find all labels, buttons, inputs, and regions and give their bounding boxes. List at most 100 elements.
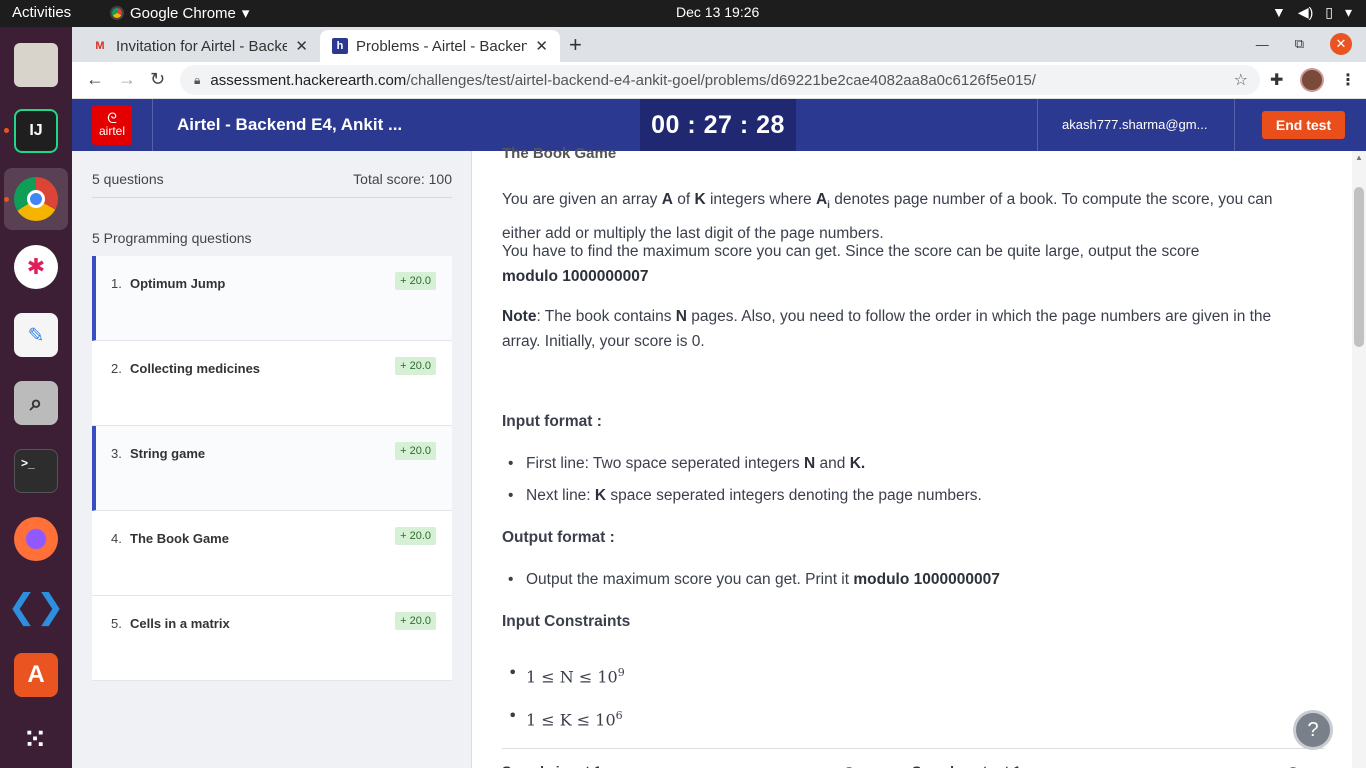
nav-bar: ← → ↻ 🔒︎ assessment.hackerearth.com/chal… xyxy=(72,62,1366,99)
var-ai: A xyxy=(815,191,828,208)
score-badge: + 20.0 xyxy=(395,442,436,460)
var-k: K xyxy=(694,191,706,208)
question-sidebar: 5 questions Total score: 100 5 Programmi… xyxy=(72,151,471,768)
copy-input-button[interactable]: Copy xyxy=(844,759,874,768)
tab-strip: M Invitation for Airtel - Backe ✕ h Prob… xyxy=(72,27,1366,62)
question-number: 2. xyxy=(111,361,122,376)
close-icon[interactable]: ✕ xyxy=(295,37,308,55)
address-bar[interactable]: 🔒︎ assessment.hackerearth.com/challenges… xyxy=(180,65,1260,95)
extensions-icon[interactable]: ✚ xyxy=(1270,70,1283,90)
text: You are given an array xyxy=(502,191,662,208)
chrome-icon[interactable] xyxy=(14,177,58,221)
question-number: 1. xyxy=(111,276,122,291)
constraints-heading: Input Constraints xyxy=(502,613,631,630)
end-test-button[interactable]: End test xyxy=(1262,111,1345,139)
intellij-icon[interactable]: IJ xyxy=(14,109,58,153)
window-close-icon[interactable]: ✕ xyxy=(1330,33,1352,55)
software-center-icon[interactable]: A xyxy=(14,653,58,697)
firefox-icon[interactable] xyxy=(14,517,58,561)
input-format-heading: Input format : xyxy=(502,413,602,430)
menu-kebab-icon[interactable]: ⋮ xyxy=(1340,70,1356,90)
tab-problems[interactable]: h Problems - Airtel - Backen ✕ xyxy=(320,30,560,62)
window-controls: — ⧉ ✕ xyxy=(1256,33,1352,55)
score-badge: + 20.0 xyxy=(395,272,436,290)
activities-button[interactable]: Activities xyxy=(12,4,71,21)
divider xyxy=(152,99,153,151)
scroll-thumb[interactable] xyxy=(1354,187,1364,347)
wifi-icon: ▼ xyxy=(1271,4,1286,20)
url-path: /challenges/test/airtel-backend-e4-ankit… xyxy=(406,71,1036,89)
volume-icon: ◀) xyxy=(1297,4,1314,20)
output-format-heading: Output format : xyxy=(502,529,615,546)
question-item-string-game[interactable]: 3. String game + 20.0 xyxy=(92,426,452,511)
modulo-text: modulo 1000000007 xyxy=(502,268,649,285)
image-viewer-icon[interactable]: ⌕ xyxy=(14,381,58,425)
question-item-cells-in-a-matrix[interactable]: 5. Cells in a matrix + 20.0 xyxy=(92,596,452,681)
vscode-icon[interactable]: ❮❯ xyxy=(8,585,65,629)
question-name: String game xyxy=(130,446,206,461)
divider xyxy=(1037,99,1038,151)
problem-note: Note: The book contains N pages. Also, y… xyxy=(502,304,1312,354)
text: space seperated integers denoting the pa… xyxy=(606,487,982,504)
sample-input-heading: Sample input 1 xyxy=(502,759,602,768)
app-menu[interactable]: Google Chrome ▾ xyxy=(110,4,249,22)
divider xyxy=(502,748,1324,749)
input-format-line-1: First line: Two space seperated integers… xyxy=(508,451,1336,476)
files-icon[interactable] xyxy=(14,43,58,87)
countdown-timer: 00 : 27 : 28 xyxy=(640,99,796,151)
reload-icon[interactable]: ↻ xyxy=(150,69,165,90)
var-k: K. xyxy=(849,455,866,472)
question-item-optimum-jump[interactable]: 1. Optimum Jump + 20.0 xyxy=(92,256,452,341)
question-name: Collecting medicines xyxy=(130,361,261,376)
constraint-k: 1 ≤ K ≤ 106 xyxy=(508,703,1336,732)
profile-avatar[interactable] xyxy=(1300,68,1324,92)
problem-title: The Book Game xyxy=(502,145,617,162)
new-tab-button[interactable]: + xyxy=(569,32,582,58)
modulo-text: modulo 1000000007 xyxy=(853,571,1000,588)
output-format-line-1: Output the maximum score you can get. Pr… xyxy=(508,567,1336,592)
question-number: 4. xyxy=(111,531,122,546)
app-name: Google Chrome xyxy=(130,4,236,22)
forward-icon[interactable]: → xyxy=(118,69,136,90)
score-badge: + 20.0 xyxy=(395,612,436,630)
user-email[interactable]: akash777.sharma@gm... xyxy=(1062,117,1207,132)
question-item-collecting-medicines[interactable]: 2. Collecting medicines + 20.0 xyxy=(92,341,452,426)
copy-output-button[interactable]: Copy xyxy=(1288,759,1318,768)
system-tray[interactable]: ▼ ◀) ▯ ▾ xyxy=(1272,4,1352,21)
maximize-icon[interactable]: ⧉ xyxy=(1295,36,1304,52)
question-name: Cells in a matrix xyxy=(130,616,230,631)
text: integers where xyxy=(705,191,816,208)
chrome-icon xyxy=(110,6,124,20)
score-badge: + 20.0 xyxy=(395,527,436,545)
gmail-icon: M xyxy=(95,40,105,52)
question-item-the-book-game[interactable]: 4. The Book Game + 20.0 xyxy=(92,511,452,596)
clock[interactable]: Dec 13 19:26 xyxy=(676,4,759,20)
text-editor-icon[interactable]: ✎ xyxy=(14,313,58,357)
logo-text: airtel xyxy=(98,124,125,138)
lock-icon: 🔒︎ xyxy=(194,72,201,87)
chevron-down-icon: ▾ xyxy=(241,5,250,22)
back-icon[interactable]: ← xyxy=(86,69,104,90)
airtel-swirl-icon: ᘓ xyxy=(107,110,117,126)
terminal-icon[interactable]: >_ xyxy=(14,449,58,493)
tab-invitation[interactable]: M Invitation for Airtel - Backe ✕ xyxy=(80,30,320,62)
close-icon[interactable]: ✕ xyxy=(535,37,548,55)
scroll-up-icon[interactable]: ▲ xyxy=(1355,153,1363,162)
constraint-n: 1 ≤ N ≤ 109 xyxy=(508,660,1336,689)
question-number: 3. xyxy=(111,446,122,461)
input-format-line-2: Next line: K space seperated integers de… xyxy=(508,483,1336,508)
constraint-text: 1 ≤ N ≤ 10 xyxy=(526,667,618,687)
tab-title: Invitation for Airtel - Backe xyxy=(116,37,288,55)
minimize-icon[interactable]: — xyxy=(1256,37,1269,52)
running-indicator xyxy=(4,128,9,133)
text: First line: Two space seperated integers xyxy=(526,455,804,472)
help-button[interactable]: ? xyxy=(1293,710,1333,750)
var-n: N xyxy=(675,308,687,325)
exponent: 6 xyxy=(615,709,623,722)
content-scrollbar[interactable]: ▲ xyxy=(1352,151,1366,768)
bookmark-star-icon[interactable]: ☆ xyxy=(1234,70,1248,90)
app-grid-icon[interactable]: ⁙ xyxy=(14,717,58,761)
constraint-text: 1 ≤ K ≤ 10 xyxy=(526,710,616,730)
question-number: 5. xyxy=(111,616,122,631)
slack-icon[interactable]: ✱ xyxy=(14,245,58,289)
